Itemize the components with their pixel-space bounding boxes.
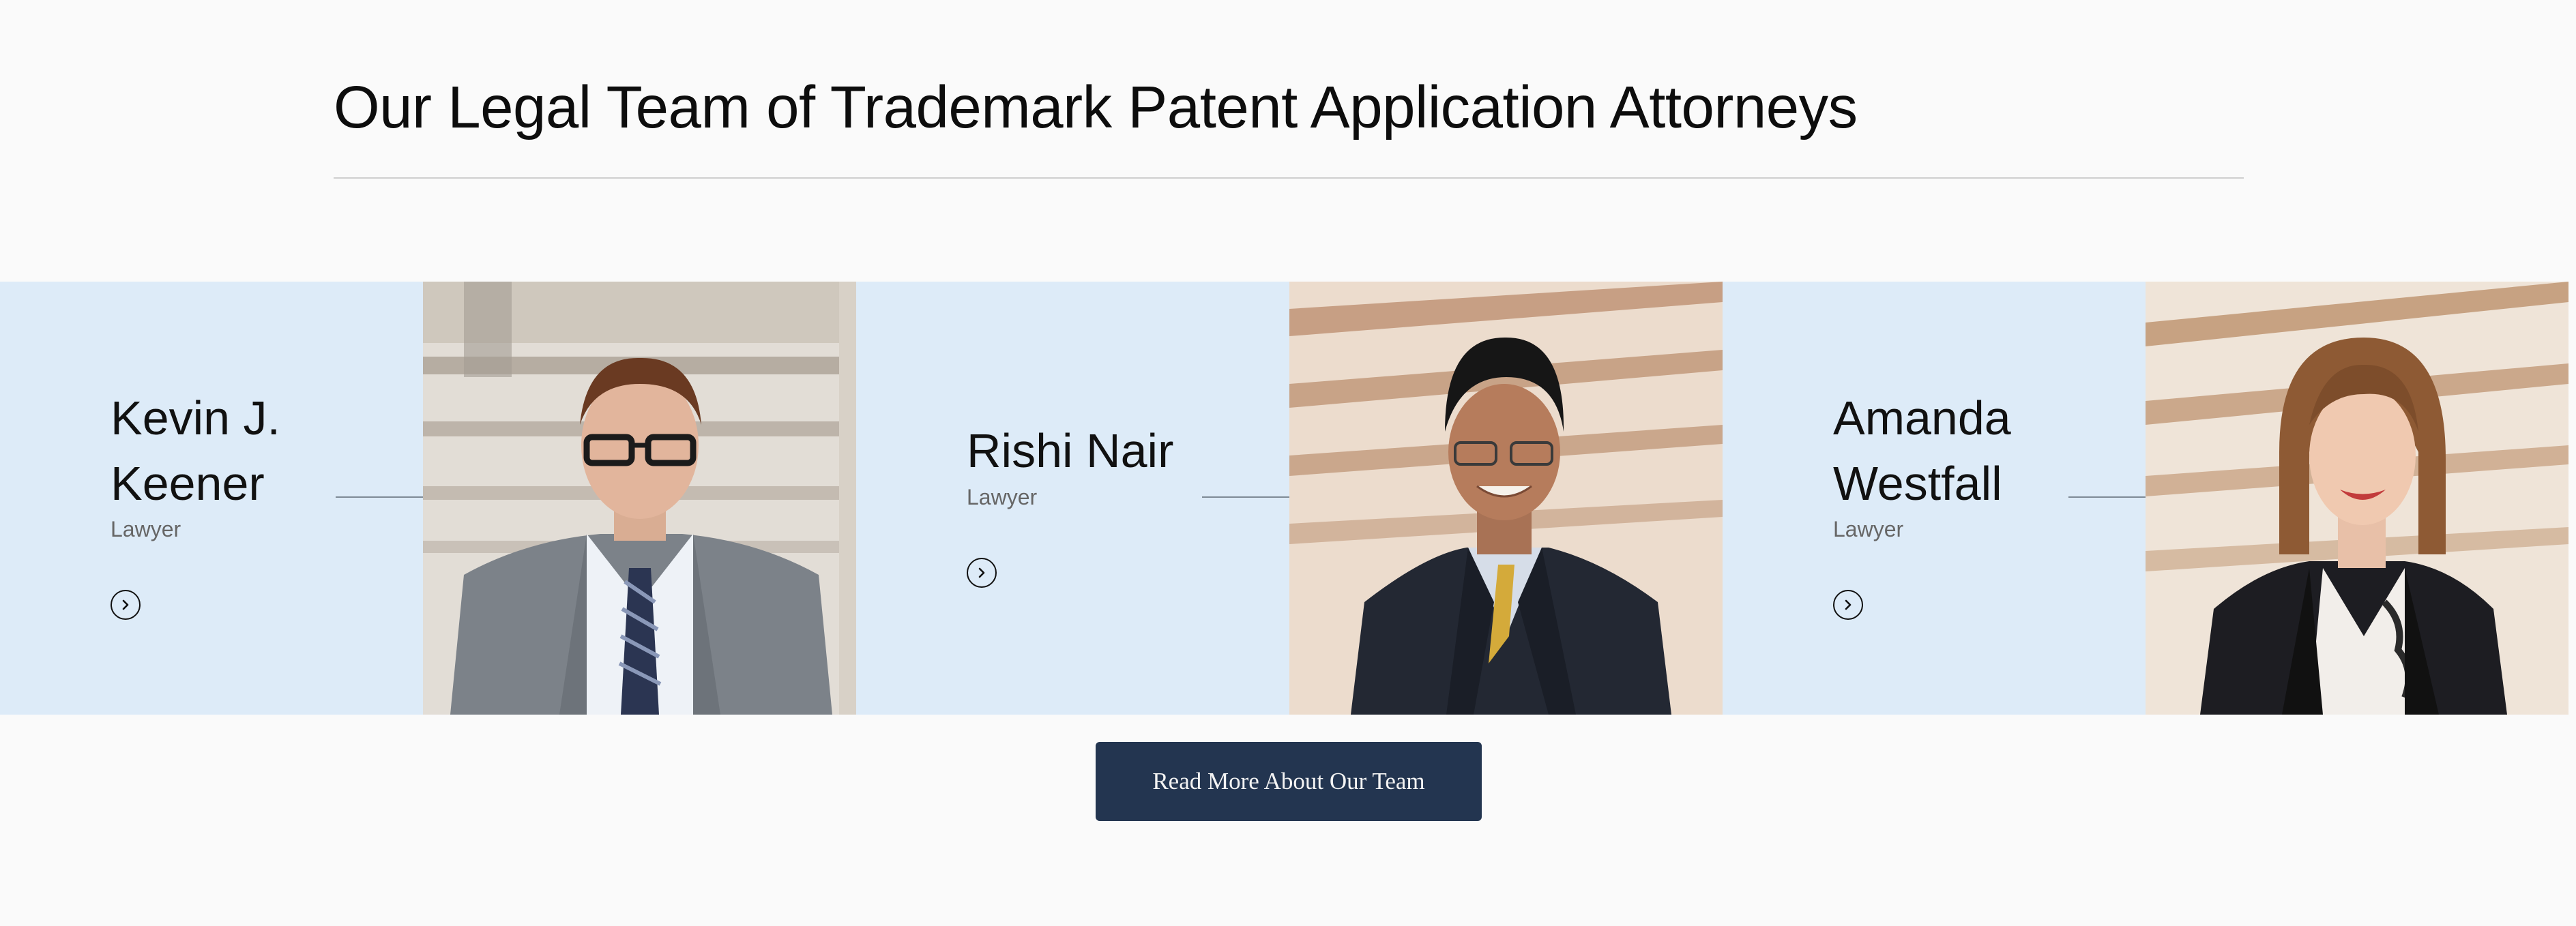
team-member-card-keener: Kevin J. Keener Lawyer	[0, 282, 423, 715]
member-name-line2[interactable]: Keener	[111, 451, 280, 516]
chevron-right-circle-icon[interactable]	[1833, 590, 1863, 620]
member-role: Lawyer	[967, 485, 1038, 509]
member-name-line2[interactable]: Westfall	[1833, 451, 2011, 516]
member-divider	[1202, 496, 1289, 498]
member-divider	[2068, 496, 2146, 498]
member-photo-westfall[interactable]	[2146, 282, 2568, 715]
team-strip: Kevin J. Keener Lawyer Rishi Nair Lawyer…	[0, 282, 2576, 715]
member-role: Lawyer	[111, 517, 181, 541]
member-name-line1[interactable]: Kevin J.	[111, 385, 280, 451]
team-member-card-westfall: Amanda Westfall Lawyer	[1723, 282, 2146, 715]
section-title: Our Legal Team of Trademark Patent Appli…	[334, 74, 1858, 140]
member-role: Lawyer	[1833, 517, 1904, 541]
title-divider	[334, 177, 2244, 179]
member-photo-nair[interactable]	[1289, 282, 1723, 715]
member-name-line1[interactable]: Amanda	[1833, 385, 2011, 451]
chevron-right-circle-icon[interactable]	[967, 558, 997, 588]
member-name[interactable]: Rishi Nair	[967, 418, 1173, 483]
member-name-line1[interactable]: Rishi Nair	[967, 418, 1173, 483]
chevron-right-circle-icon[interactable]	[111, 590, 141, 620]
team-member-card-nair: Rishi Nair Lawyer	[856, 282, 1289, 715]
member-divider	[336, 496, 423, 498]
read-more-team-button[interactable]: Read More About Our Team	[1096, 742, 1482, 821]
member-name[interactable]: Kevin J. Keener	[111, 385, 280, 516]
member-photo-keener[interactable]	[423, 282, 856, 715]
member-name[interactable]: Amanda Westfall	[1833, 385, 2011, 516]
